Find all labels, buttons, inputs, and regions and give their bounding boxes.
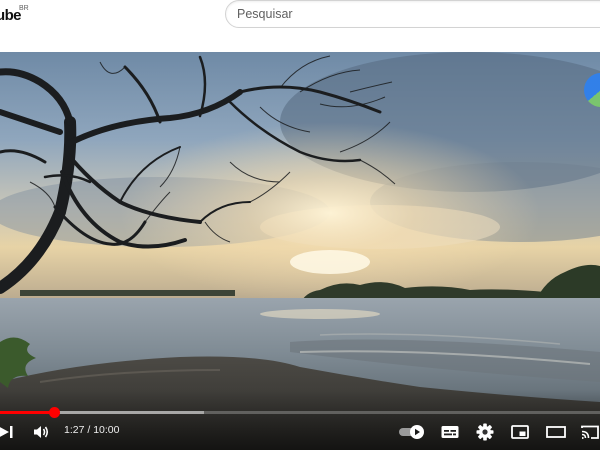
time-display: 1:27 / 10:00 (64, 424, 119, 436)
subtitles-button[interactable] (440, 423, 460, 441)
progress-played (0, 411, 54, 414)
autoplay-toggle[interactable] (398, 423, 426, 441)
settings-button[interactable] (475, 422, 495, 442)
duration: 10:00 (93, 424, 120, 436)
search-input[interactable] (226, 1, 600, 27)
search-box[interactable] (225, 0, 600, 28)
gear-icon (476, 423, 494, 441)
cast-button[interactable] (580, 423, 600, 441)
top-bar: ube BR (0, 0, 600, 52)
country-code: BR (19, 5, 29, 12)
subtitles-icon (441, 426, 459, 438)
autoplay-toggle-icon (399, 425, 424, 439)
progress-bar[interactable] (0, 407, 600, 418)
next-icon (0, 426, 13, 438)
volume-icon (34, 426, 49, 438)
mute-button[interactable] (32, 423, 50, 441)
cast-icon (581, 425, 599, 439)
controls-gradient (0, 390, 600, 450)
miniplayer-button[interactable] (510, 423, 530, 441)
theater-mode-icon (546, 426, 566, 438)
theater-mode-button[interactable] (545, 423, 567, 441)
miniplayer-icon (511, 425, 529, 439)
progress-scrubber[interactable] (49, 407, 60, 418)
logo-wordmark: ube (0, 7, 21, 24)
current-time: 1:27 (64, 424, 85, 436)
next-button[interactable] (0, 424, 16, 440)
time-separator: / (84, 424, 94, 436)
video-player[interactable]: 1:27 / 10:00 (0, 52, 600, 450)
